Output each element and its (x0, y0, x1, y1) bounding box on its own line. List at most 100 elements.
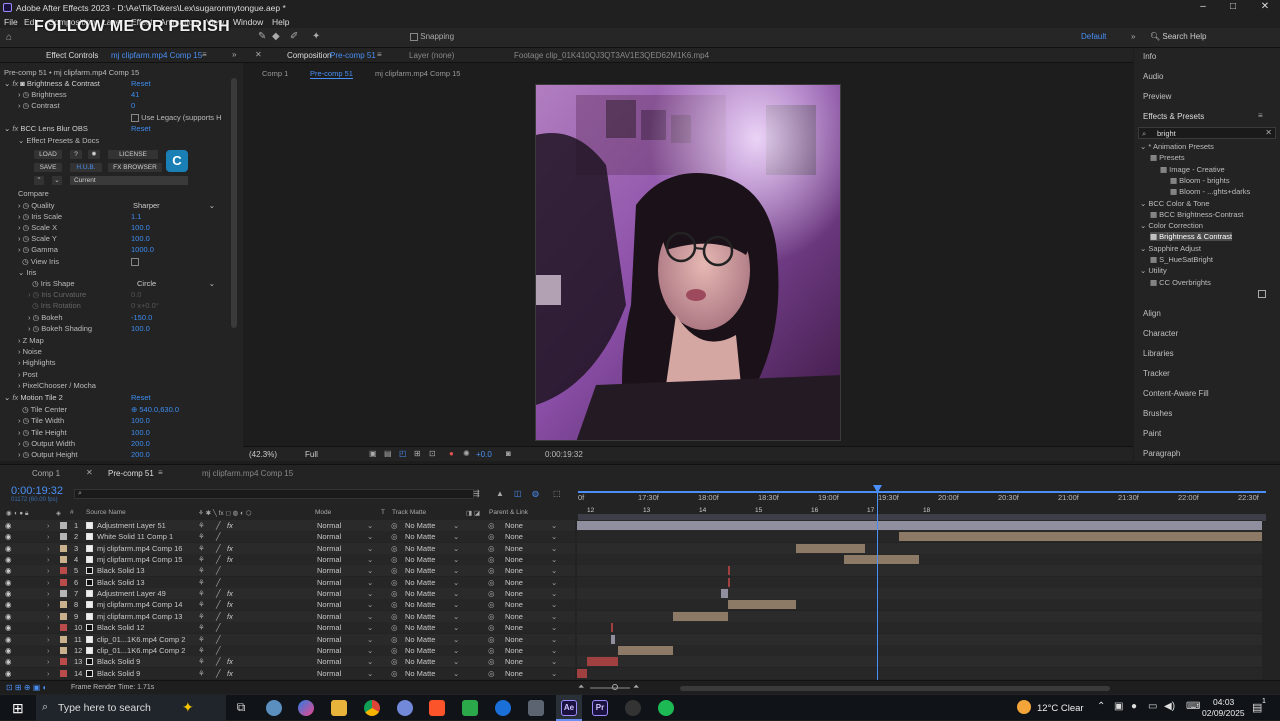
layer-track[interactable] (577, 576, 1262, 588)
matte-link-icon[interactable]: ◎ (391, 566, 398, 575)
effects-tree-item[interactable]: ⌄ * Animation Presets (1140, 142, 1214, 151)
new-folder-icon[interactable] (1258, 290, 1266, 298)
expand-layer-icon[interactable]: › (47, 532, 50, 541)
output-height-value[interactable]: 200.0 (131, 450, 150, 459)
layer-mode-dropdown[interactable]: Normal (317, 612, 341, 621)
chevron-down-icon[interactable]: ⌄ (367, 646, 373, 655)
effects-switch-icon[interactable]: fx (227, 521, 233, 530)
close-tab-icon[interactable]: ✕ (255, 50, 262, 59)
expand-layer-icon[interactable]: › (47, 578, 50, 587)
parent-pickwhip-icon[interactable]: ◎ (488, 532, 495, 541)
zoom-in-icon[interactable]: ⏶ (633, 682, 639, 692)
matte-link-icon[interactable]: ◎ (391, 657, 398, 666)
brush-tool-icon[interactable]: ✐ (290, 31, 298, 42)
iris-shape-dropdown[interactable]: Circle ⌄ (137, 279, 215, 289)
layer-track[interactable] (577, 588, 1262, 600)
app-icon-1[interactable] (266, 700, 282, 716)
chevron-down-icon[interactable]: ⌄ (453, 555, 459, 564)
motion-blur-icon[interactable]: ◫ (514, 489, 522, 498)
quality-switch-icon[interactable]: ╱ (216, 566, 221, 575)
chrome-icon[interactable] (364, 700, 380, 716)
comp-nav-comp15[interactable]: mj clipfarm.mp4 Comp 15 (375, 69, 460, 78)
menu-file[interactable]: File (4, 17, 18, 27)
layer-row[interactable]: ◉ › 7 Adjustment Layer 49 ⚘ ╱ Normal ⌄ ◎ No Matte… (0, 588, 575, 600)
expand-layer-icon[interactable]: › (47, 623, 50, 632)
track-matte-dropdown[interactable]: No Matte (405, 623, 435, 632)
layer-duration-bar[interactable] (577, 668, 588, 678)
effect-motion-tile[interactable]: ⌄ fx Motion Tile 2 (4, 393, 63, 404)
layer-name[interactable]: clip_01...1K6.mp4 Comp 2 (97, 646, 185, 655)
matte-link-icon[interactable]: ◎ (391, 635, 398, 644)
expand-layer-icon[interactable]: › (47, 669, 50, 678)
track-matte-dropdown[interactable]: No Matte (405, 521, 435, 530)
fx-browser-button[interactable]: FX BROWSER (108, 163, 162, 172)
paragraph-panel-tab[interactable]: Paragraph (1143, 449, 1180, 458)
shy-switch-icon[interactable]: ⚘ (198, 623, 205, 632)
chevron-down-icon[interactable]: ⌄ (551, 657, 557, 666)
layer-track[interactable] (577, 565, 1262, 577)
parent-dropdown[interactable]: None (505, 566, 523, 575)
layer-row[interactable]: ◉ › 5 Black Solid 13 ⚘ ╱ Normal ⌄ ◎ No Matte ⌄ ◎ Non… (0, 565, 575, 577)
color-channel-icon[interactable]: ● (449, 449, 454, 458)
matte-link-icon[interactable]: ◎ (391, 521, 398, 530)
expand-layer-icon[interactable]: › (47, 635, 50, 644)
effects-switch-icon[interactable]: fx (227, 544, 233, 553)
hub-button[interactable]: H.U.B. (70, 163, 102, 172)
search-help-input[interactable]: Search Help (1162, 32, 1206, 41)
layer-mode-dropdown[interactable]: Normal (317, 532, 341, 541)
iris-scale-value[interactable]: 1.1 (131, 212, 141, 221)
comp-marker[interactable]: 15 (755, 507, 762, 514)
layer-duration-bar[interactable] (577, 521, 1262, 530)
layer-duration-bar[interactable] (727, 577, 730, 587)
pixelchooser-group[interactable]: › PixelChooser / Mocha (18, 381, 96, 392)
clock-date[interactable]: 02/09/2025 (1202, 708, 1245, 718)
noise-group[interactable]: › Noise (18, 347, 42, 358)
layer-mode-dropdown[interactable]: Normal (317, 521, 341, 530)
quality-switch-icon[interactable]: ╱ (216, 646, 221, 655)
effect-brightness-contrast[interactable]: ⌄ fx ◙ Brightness & Contrast (4, 79, 100, 90)
exposure-icon[interactable]: ✺ (463, 449, 470, 458)
shy-switch-icon[interactable]: ⚘ (198, 600, 205, 609)
output-width-value[interactable]: 200.0 (131, 439, 150, 448)
layer-track[interactable] (577, 667, 1262, 679)
home-icon[interactable]: ⌂ (6, 32, 16, 43)
layer-track[interactable] (577, 633, 1262, 645)
layer-label-color[interactable] (60, 658, 67, 666)
chevron-down-icon[interactable]: ⌄ (551, 646, 557, 655)
layer-name[interactable]: Adjustment Layer 51 (97, 521, 166, 530)
frame-blending-icon[interactable]: ◍ (532, 489, 539, 498)
layer-name[interactable]: mj clipfarm.mp4 Comp 14 (97, 600, 182, 609)
view-iris-checkbox[interactable] (131, 258, 139, 266)
scale-x-value[interactable]: 100.0 (131, 223, 150, 232)
layer-mode-dropdown[interactable]: Normal (317, 578, 341, 587)
load-button[interactable]: LOAD (34, 150, 62, 159)
effects-tree-item[interactable]: ⌄ Utility (1140, 266, 1167, 275)
highlights-group[interactable]: › Highlights (18, 358, 56, 369)
info-panel-tab[interactable]: Info (1143, 52, 1156, 61)
discord-icon[interactable] (397, 700, 413, 716)
effects-tree-item[interactable]: ▦ Image - Creative (1160, 165, 1225, 174)
comp-marker[interactable]: 12 (587, 507, 594, 514)
layer-row[interactable]: ◉ › 14 Black Solid 9 ⚘ ╱ Normal ⌄ ◎ No Matte ⌄ ◎ Non… (0, 667, 575, 679)
layer-label-color[interactable] (60, 635, 67, 643)
matte-link-icon[interactable]: ◎ (391, 600, 398, 609)
exposure-value[interactable]: +0.0 (476, 450, 492, 459)
shy-switch-icon[interactable]: ⚘ (198, 544, 205, 553)
layer-track[interactable] (577, 531, 1262, 543)
effects-tree-item[interactable]: ⌄ Color Correction (1140, 221, 1203, 230)
track-matte-dropdown[interactable]: No Matte (405, 578, 435, 587)
chevron-down-icon[interactable]: ⌄ (551, 669, 557, 678)
network-icon[interactable]: ▭ (1148, 701, 1157, 712)
track-matte-dropdown[interactable]: No Matte (405, 589, 435, 598)
layer-track[interactable] (577, 599, 1262, 611)
scale-y-value[interactable]: 100.0 (131, 234, 150, 243)
expand-layer-icon[interactable]: › (47, 589, 50, 598)
effects-switch-icon[interactable]: fx (227, 657, 233, 666)
layer-track[interactable] (577, 554, 1262, 566)
chevron-down-icon[interactable]: ⌄ (453, 612, 459, 621)
expand-layer-icon[interactable]: › (47, 566, 50, 575)
reset-link[interactable]: Reset (131, 124, 151, 133)
layer-duration-bar[interactable] (587, 657, 619, 667)
panel-menu-icon[interactable]: ≡ (1258, 111, 1263, 120)
chevron-down-icon[interactable]: ⌄ (551, 600, 557, 609)
